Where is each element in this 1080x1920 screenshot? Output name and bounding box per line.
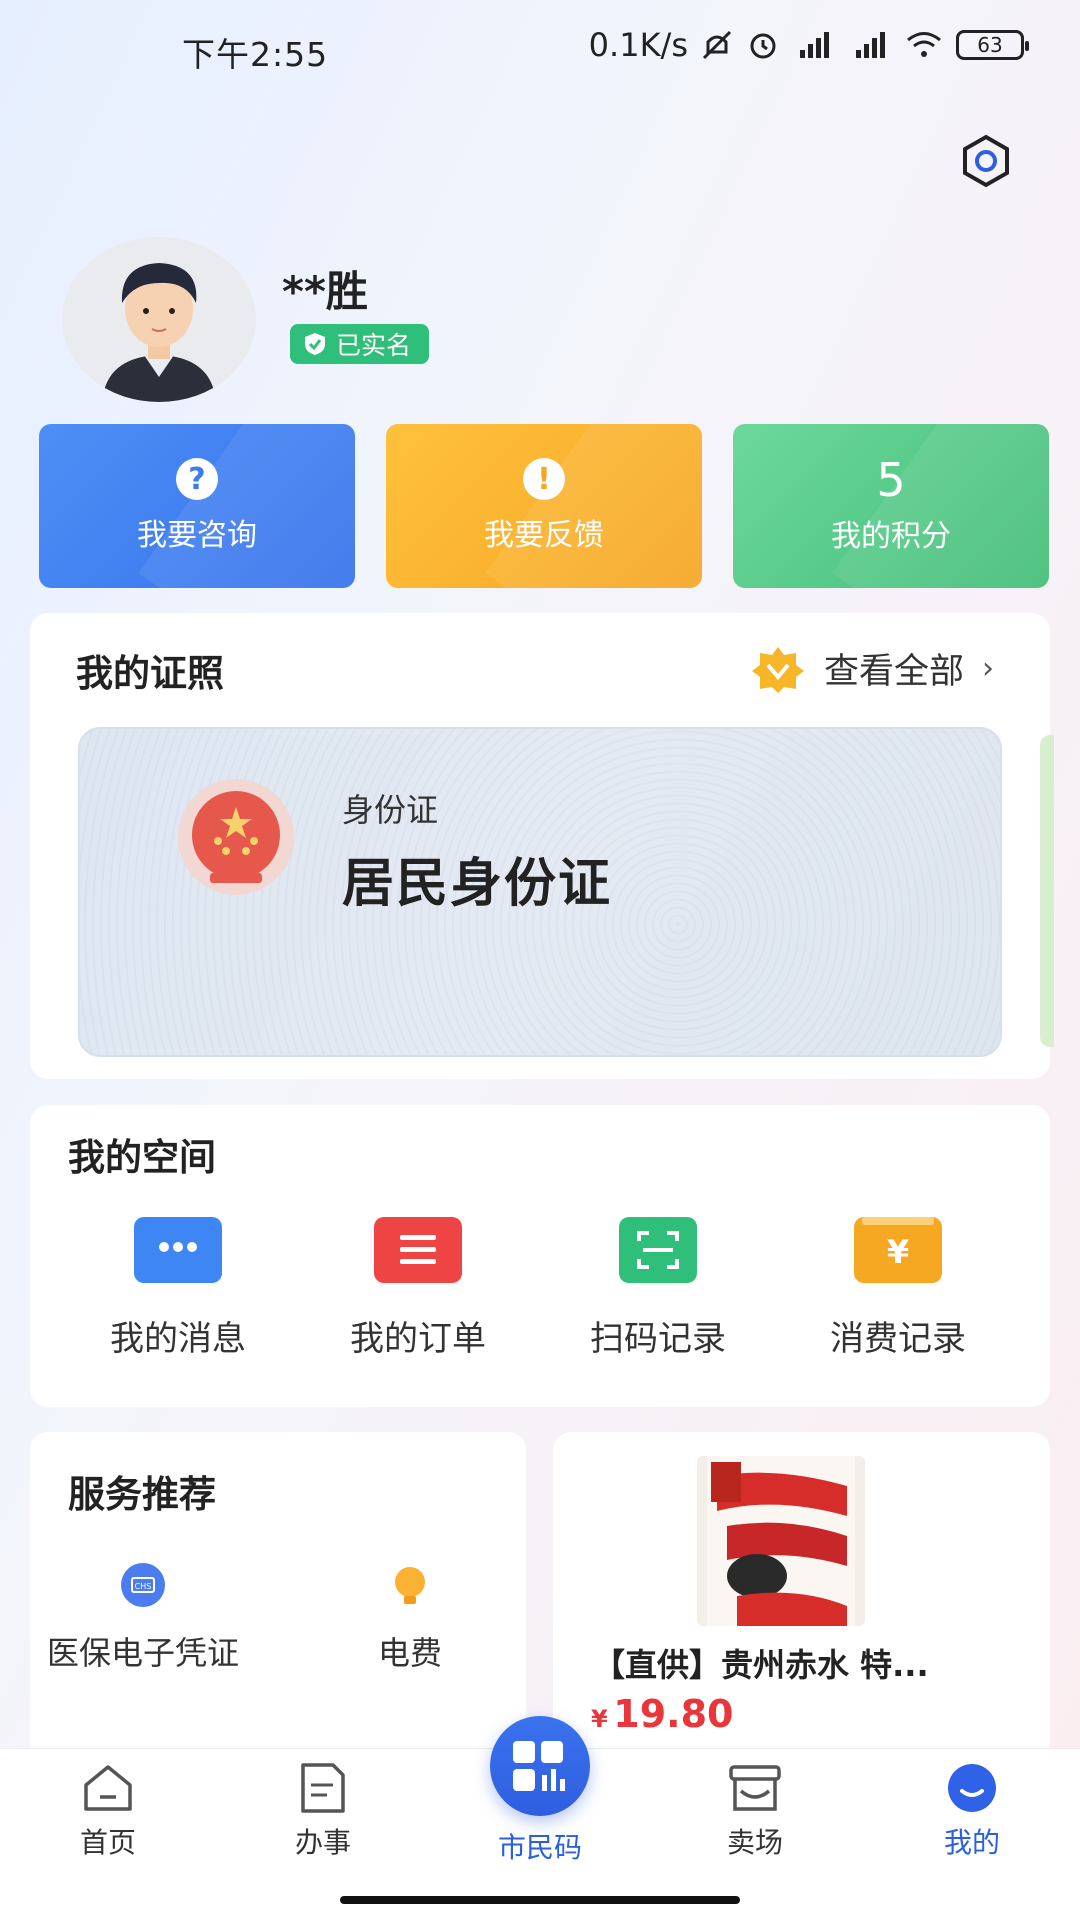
nav-citizen-code-label[interactable]: 市民码 [470,1826,610,1866]
store-icon [729,1765,781,1811]
space-item-orders[interactable]: 我的订单 [308,1217,528,1360]
consult-label: 我要咨询 [137,518,257,553]
feedback-label: 我要反馈 [484,518,604,553]
nav-affairs-label: 办事 [294,1826,351,1859]
shield-check-icon [305,333,325,355]
price-currency: ¥ [591,1705,608,1733]
medical-insurance-icon: CHS [121,1563,165,1607]
user-name: **胜 [282,267,368,316]
space-item-scan-records[interactable]: 扫码记录 [548,1217,768,1360]
points-value: 5 [876,453,906,507]
status-icons: 0.1K/s 63 [588,26,1029,64]
service-medical-insurance[interactable]: CHS 医保电子凭证 [38,1562,248,1674]
lightbulb-icon [395,1567,425,1604]
alarm-icon [746,28,780,62]
home-indicator [340,1896,740,1904]
product-image [697,1456,865,1626]
certificates-title: 我的证照 [76,652,224,695]
nav-mine-label: 我的 [943,1826,1000,1859]
points-label: 我的积分 [831,519,951,554]
wallet-yuan-icon: ¥ [854,1217,942,1283]
wifi-icon [904,30,944,60]
mute-icon [700,28,734,62]
my-space-title: 我的空间 [68,1136,216,1179]
scan-icon [619,1217,697,1283]
view-all-label: 查看全部 [824,652,965,692]
svg-text:¥: ¥ [887,1233,909,1271]
verified-badge: 已实名 [290,324,430,364]
points-button[interactable]: 5 我的积分 [733,424,1049,588]
chevron-right-icon: › [982,651,995,686]
signal-icon-1 [792,30,836,60]
nav-market-label: 卖场 [726,1826,783,1859]
nav-home[interactable]: 首页 [38,1763,178,1861]
product-price: ¥ 19.80 [591,1692,733,1736]
space-label-orders: 我的订单 [350,1319,486,1359]
certificates-card: 我的证照 查看全部 › 身份证 居民身份证 [30,613,1054,1079]
service-label-electricity: 电费 [377,1634,442,1672]
signal-icon-2 [848,30,892,60]
battery-icon: 63 [956,30,1029,60]
view-all-link[interactable]: 查看全部 › [750,643,994,694]
services-title: 服务推荐 [68,1473,216,1516]
service-label-medical: 医保电子凭证 [46,1634,239,1672]
space-item-messages[interactable]: 我的消息 [68,1217,288,1360]
nav-market[interactable]: 卖场 [685,1763,825,1861]
verified-label: 已实名 [336,331,412,360]
status-bar: 下午2:55 0.1K/s 63 [0,0,1080,100]
national-emblem-icon [176,777,296,897]
avatar[interactable] [62,237,256,402]
space-label-messages: 我的消息 [110,1319,246,1359]
document-icon [301,1763,345,1813]
feedback-button[interactable]: ! 我要反馈 [386,424,702,588]
citizen-code-button[interactable] [490,1716,590,1816]
consult-button[interactable]: ? 我要咨询 [39,424,355,588]
product-card[interactable]: 【直供】贵州赤水 特... ¥ 19.80 [553,1432,1050,1762]
crown-badge-icon [752,646,804,693]
my-space-card: 我的空间 我的消息 我的订单 扫码记录 ¥ 消费记录 [30,1105,1050,1407]
price-amount: 19.80 [613,1692,734,1736]
exclamation-icon: ! [523,458,565,500]
id-card-name: 居民身份证 [342,854,613,914]
id-card-type: 身份证 [342,791,439,829]
net-speed: 0.1K/s [588,26,688,64]
user-profile-icon [948,1764,996,1812]
nav-affairs[interactable]: 办事 [253,1763,393,1861]
question-icon: ? [176,458,218,500]
nav-mine[interactable]: 我的 [902,1763,1042,1861]
settings-icon[interactable] [958,133,1014,189]
space-label-scan-records: 扫码记录 [590,1319,726,1359]
svg-text:CHS: CHS [135,1582,152,1591]
status-time: 下午2:55 [182,35,329,74]
nav-home-label: 首页 [79,1826,136,1859]
next-card-peek [1040,735,1054,1047]
order-list-icon [374,1217,462,1283]
product-title: 【直供】贵州赤水 特... [593,1646,929,1684]
id-card[interactable]: 身份证 居民身份证 [78,727,1002,1057]
services-card: 服务推荐 CHS 医保电子凭证 电费 [30,1432,526,1762]
home-icon [84,1765,132,1811]
citizen-code-icon [513,1741,565,1791]
space-item-spending-records[interactable]: ¥ 消费记录 [788,1217,1008,1360]
space-label-spending-records: 消费记录 [830,1319,966,1359]
message-icon [134,1217,222,1283]
service-electricity[interactable]: 电费 [350,1562,470,1674]
